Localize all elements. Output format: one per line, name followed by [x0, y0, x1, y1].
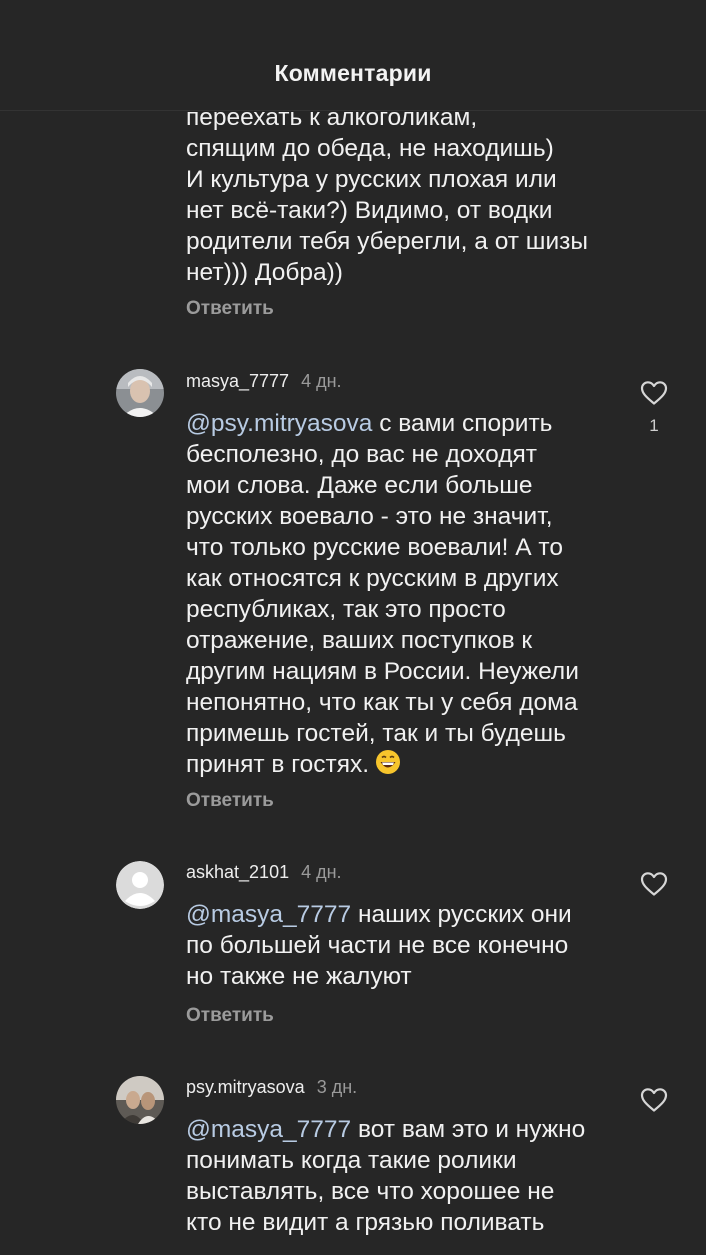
mention-link[interactable]: @masya_7777 [186, 901, 351, 928]
reply-button[interactable]: Ответить [186, 298, 274, 320]
top-bar: Комментарии [0, 0, 706, 111]
heart-outline-icon [640, 872, 668, 896]
comments-list[interactable]: переехать к алкоголикам, спящим до обеда… [0, 0, 706, 1255]
like-count: 1 [649, 416, 659, 435]
like-button[interactable] [640, 380, 668, 406]
comment-header: askhat_2101 4 дн. [186, 862, 342, 883]
reply-button[interactable]: Ответить [186, 1005, 274, 1027]
avatar[interactable] [116, 1076, 164, 1124]
reply-button[interactable]: Ответить [186, 790, 274, 812]
grinning-face-icon [375, 749, 401, 783]
mention-link[interactable]: @psy.mitryasova [186, 410, 372, 437]
username[interactable]: masya_7777 [186, 371, 289, 391]
comment-text: @masya_7777 наших русских они по большей… [186, 899, 626, 992]
username[interactable]: psy.mitryasova [186, 1077, 305, 1097]
heart-outline-icon [640, 1088, 668, 1112]
comment-body: с вами спорить бесполезно, до вас не дох… [186, 410, 579, 778]
username[interactable]: askhat_2101 [186, 862, 289, 882]
page-title: Комментарии [274, 60, 432, 86]
comment-header: psy.mitryasova 3 дн. [186, 1077, 357, 1098]
mention-link[interactable]: @masya_7777 [186, 1116, 351, 1143]
avatar[interactable] [116, 369, 164, 417]
comment-text: переехать к алкоголикам, спящим до обеда… [186, 104, 588, 286]
timestamp: 3 дн. [316, 1077, 358, 1097]
comment-text: @psy.mitryasova с вами спорить бесполезн… [186, 408, 626, 783]
like-button[interactable] [640, 1087, 668, 1113]
comment-text: @masya_7777 вот вам это и нужно понимать… [186, 1114, 626, 1238]
comment-header: masya_7777 4 дн. [186, 371, 342, 392]
timestamp: 4 дн. [301, 371, 342, 391]
like-button[interactable] [640, 871, 668, 897]
heart-outline-icon [640, 381, 668, 405]
timestamp: 4 дн. [301, 862, 342, 882]
avatar[interactable] [116, 861, 164, 909]
